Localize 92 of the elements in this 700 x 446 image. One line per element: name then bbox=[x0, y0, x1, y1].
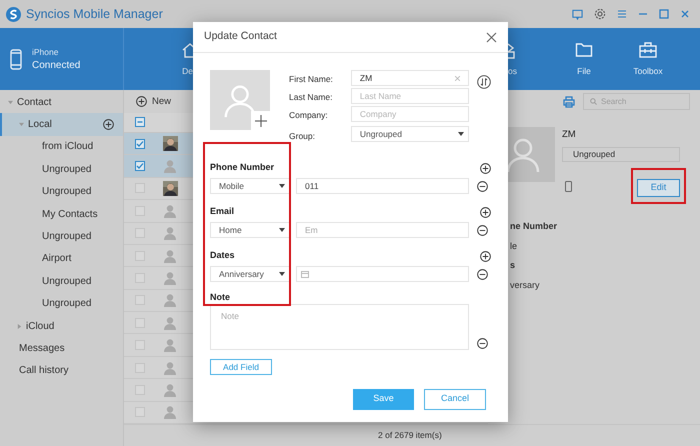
field-label: versary bbox=[510, 278, 541, 292]
sidebar-item[interactable]: Ungrouped bbox=[0, 225, 123, 248]
checkbox[interactable] bbox=[135, 117, 145, 128]
person-icon bbox=[163, 405, 177, 420]
remove-icon[interactable] bbox=[477, 338, 488, 349]
field-label: Company: bbox=[289, 108, 329, 122]
type-select[interactable]: Mobile bbox=[210, 178, 290, 194]
field-label: Last Name: bbox=[289, 90, 333, 104]
sidebar-item[interactable]: Ungrouped bbox=[0, 180, 123, 203]
app-title: Syncios Mobile Manager bbox=[26, 6, 163, 23]
sidebar-item[interactable]: Contact bbox=[0, 91, 123, 114]
close-icon[interactable] bbox=[680, 9, 690, 19]
caret-icon[interactable] bbox=[17, 324, 24, 329]
caret-icon bbox=[279, 228, 285, 232]
first-name-field[interactable]: ZM bbox=[350, 70, 469, 86]
contact-name: ZM bbox=[562, 128, 577, 142]
device-status: Connected bbox=[32, 59, 80, 72]
toolbox-icon bbox=[638, 40, 658, 59]
sidebar-item[interactable]: Ungrouped bbox=[0, 158, 123, 181]
sidebar-item[interactable]: Local bbox=[0, 113, 123, 136]
group-field: Ungrouped bbox=[562, 147, 680, 162]
search-icon bbox=[590, 98, 597, 106]
sidebar-item[interactable]: Call history bbox=[0, 360, 123, 382]
device-name: iPhone bbox=[32, 46, 60, 59]
logo-icon bbox=[6, 6, 21, 22]
folder-icon bbox=[575, 40, 593, 59]
person-icon bbox=[163, 226, 177, 240]
settings-icon[interactable] bbox=[594, 8, 606, 20]
calendar-icon bbox=[301, 270, 309, 278]
checkbox[interactable] bbox=[135, 161, 145, 172]
caret-icon[interactable] bbox=[8, 100, 15, 105]
field-label: ne Number bbox=[510, 220, 558, 234]
remove-icon[interactable] bbox=[477, 180, 488, 192]
type-select[interactable]: Anniversary bbox=[210, 266, 290, 282]
sidebar-item[interactable]: Ungrouped bbox=[0, 292, 123, 315]
sort-icon[interactable] bbox=[476, 75, 491, 89]
section-title: Dates bbox=[210, 249, 235, 262]
maximize-icon[interactable] bbox=[659, 9, 669, 19]
add-icon[interactable] bbox=[480, 206, 491, 218]
nav-tab[interactable]: os bbox=[508, 28, 537, 90]
phone-field[interactable]: 011 bbox=[296, 178, 469, 194]
field-label: First Name: bbox=[289, 72, 333, 86]
sidebar-item[interactable]: Messages bbox=[0, 337, 123, 360]
section-title: Note bbox=[210, 291, 230, 304]
person-icon bbox=[163, 338, 177, 352]
person-icon bbox=[163, 204, 177, 218]
section-title: Phone Number bbox=[210, 161, 274, 174]
close-icon[interactable] bbox=[486, 32, 497, 42]
nav-tab[interactable]: File bbox=[555, 28, 613, 90]
field-label: s bbox=[510, 259, 516, 272]
phone-icon bbox=[10, 48, 22, 70]
person-icon bbox=[163, 293, 177, 308]
person-icon bbox=[163, 159, 177, 174]
checkbox[interactable] bbox=[135, 138, 145, 149]
sidebar-item[interactable]: iCloud bbox=[0, 314, 123, 338]
print-icon[interactable] bbox=[563, 96, 575, 108]
section-title: Email bbox=[210, 205, 234, 218]
add-icon[interactable] bbox=[480, 250, 491, 262]
remove-icon[interactable] bbox=[477, 224, 488, 236]
person-icon bbox=[163, 316, 177, 330]
remove-icon[interactable] bbox=[477, 268, 488, 280]
type-select[interactable]: Home bbox=[210, 222, 290, 238]
date-field[interactable] bbox=[296, 266, 469, 282]
sidebar-item[interactable]: Airport bbox=[0, 248, 123, 270]
caret-icon bbox=[279, 184, 285, 188]
menu-icon[interactable] bbox=[617, 9, 627, 19]
sidebar-item[interactable]: from iCloud bbox=[0, 136, 123, 158]
add-icon[interactable] bbox=[136, 96, 147, 108]
dialog-title: Update Contact bbox=[204, 29, 277, 44]
status-text: 2 of 2679 item(s) bbox=[378, 429, 442, 442]
sidebar-item[interactable]: Ungrouped bbox=[0, 270, 123, 293]
message-icon[interactable] bbox=[572, 8, 583, 20]
nav-tab[interactable]: De bbox=[124, 28, 193, 90]
field-label: le bbox=[510, 240, 518, 253]
person-icon bbox=[163, 248, 177, 263]
sidebar-item[interactable]: My Contacts bbox=[0, 202, 123, 226]
add-icon[interactable] bbox=[480, 162, 491, 174]
caret-icon bbox=[279, 272, 285, 276]
check-icon bbox=[136, 162, 144, 170]
add-icon[interactable] bbox=[103, 119, 114, 130]
check-icon bbox=[136, 140, 144, 148]
caret-icon[interactable] bbox=[19, 122, 26, 128]
field-label: Group: bbox=[289, 130, 316, 144]
new-button[interactable]: New bbox=[152, 94, 172, 110]
person-icon bbox=[163, 271, 177, 285]
person-icon bbox=[163, 360, 177, 375]
type-select[interactable]: Ungrouped bbox=[350, 126, 469, 142]
nav-tab[interactable]: Toolbox bbox=[613, 28, 683, 90]
person-icon bbox=[163, 382, 177, 397]
clear-icon[interactable] bbox=[454, 76, 460, 80]
mobile-icon bbox=[565, 180, 572, 192]
photos-icon bbox=[508, 40, 516, 59]
